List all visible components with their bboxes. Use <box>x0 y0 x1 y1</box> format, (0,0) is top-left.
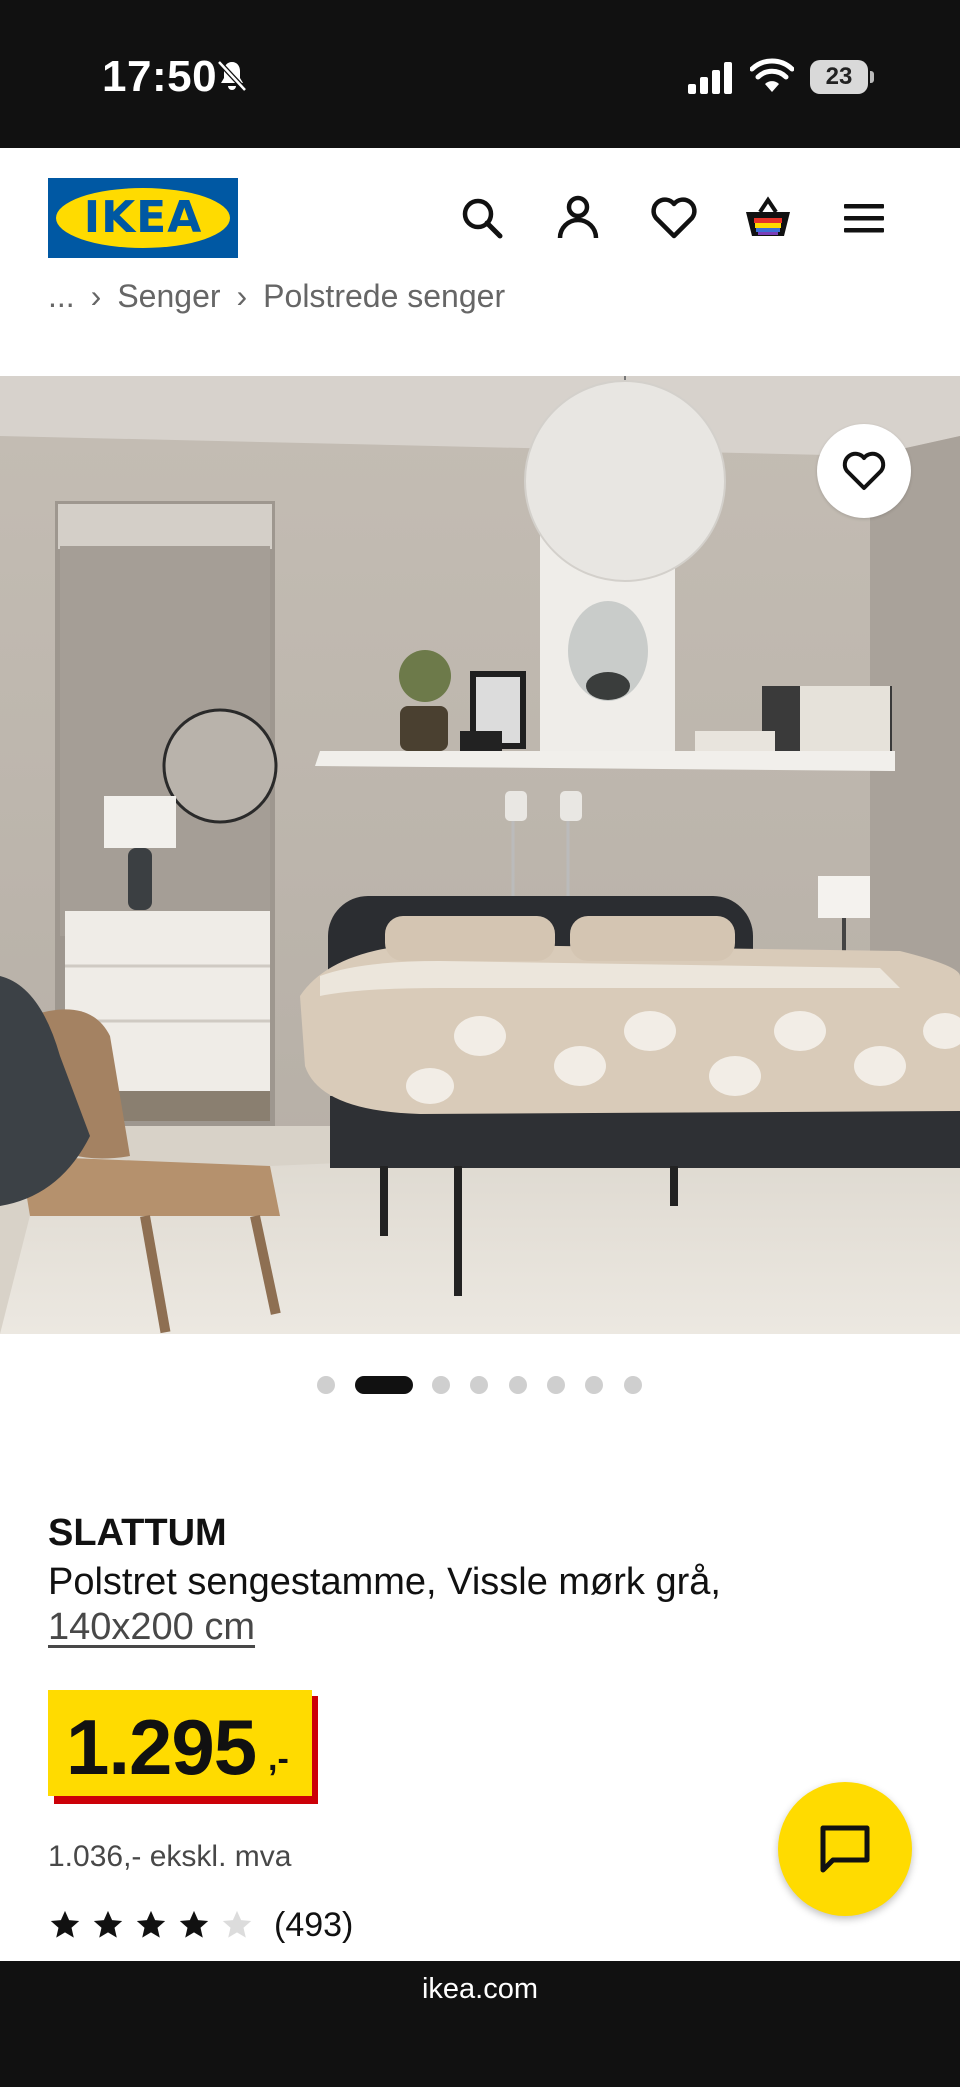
status-bar: 17:50 23 <box>0 0 960 148</box>
ikea-logo[interactable]: IKEA <box>48 178 238 258</box>
account-icon[interactable] <box>552 192 604 244</box>
url-text: ikea.com <box>421 1973 539 2005</box>
chat-button[interactable] <box>778 1782 912 1916</box>
chevron-right-icon: › <box>236 278 248 314</box>
price-tag: 1.295 ,- <box>48 1690 318 1806</box>
add-to-favourites-button[interactable] <box>817 424 911 518</box>
carousel-dot-active[interactable] <box>355 1376 413 1394</box>
browser-address-bar[interactable]: ikea.com <box>0 1961 960 2087</box>
star-filled-icon <box>179 1910 209 1938</box>
price-decimal: ,- <box>268 1740 289 1778</box>
breadcrumb-item[interactable]: Senger <box>117 278 220 315</box>
star-empty-icon <box>222 1910 252 1938</box>
star-filled-icon <box>93 1910 123 1938</box>
carousel-dot[interactable] <box>547 1376 565 1394</box>
carousel-dot[interactable] <box>432 1376 450 1394</box>
chevron-right-icon: › <box>90 278 102 314</box>
price-excluding-vat: 1.036,- ekskl. mva <box>48 1840 292 1873</box>
site-header: IKEA <box>0 148 960 288</box>
status-time: 17:50 <box>102 52 218 101</box>
bedroom-photo <box>0 376 960 1334</box>
menu-icon[interactable] <box>838 192 890 244</box>
product-size-link[interactable]: 140x200 cm <box>48 1606 255 1649</box>
cellular-signal-icon <box>688 62 732 94</box>
battery-level: 23 <box>810 60 868 94</box>
wifi-icon <box>750 58 794 92</box>
basket-icon[interactable] <box>742 192 794 244</box>
price-integer: 1.295 <box>66 1703 257 1791</box>
breadcrumb-item[interactable]: Polstrede senger <box>263 278 505 315</box>
breadcrumb: ... › Senger › Polstrede senger <box>48 278 505 318</box>
carousel-dot[interactable] <box>585 1376 603 1394</box>
star-filled-icon <box>136 1910 166 1938</box>
bell-slash-icon <box>217 60 247 92</box>
battery-icon: 23 <box>810 60 874 94</box>
review-count[interactable]: (493) <box>274 1906 353 1945</box>
carousel-dot[interactable] <box>317 1376 335 1394</box>
carousel-pagination <box>0 1372 960 1396</box>
carousel-dot[interactable] <box>624 1376 642 1394</box>
product-image[interactable] <box>0 376 960 1334</box>
chat-bubble-icon <box>820 1825 870 1873</box>
product-name: SLATTUM <box>48 1512 227 1554</box>
heart-icon[interactable] <box>648 192 700 244</box>
breadcrumb-item[interactable]: ... <box>48 278 75 315</box>
logo-text: IKEA <box>83 192 203 243</box>
carousel-dot[interactable] <box>470 1376 488 1394</box>
carousel-dot[interactable] <box>509 1376 527 1394</box>
product-description: Polstret sengestamme, Vissle mørk grå, <box>48 1561 721 1603</box>
search-icon[interactable] <box>456 192 508 244</box>
product-page: IKEA ... › Senger › Polstrede senger SLA… <box>0 148 960 1961</box>
heart-icon <box>842 451 886 490</box>
star-filled-icon <box>50 1910 80 1938</box>
